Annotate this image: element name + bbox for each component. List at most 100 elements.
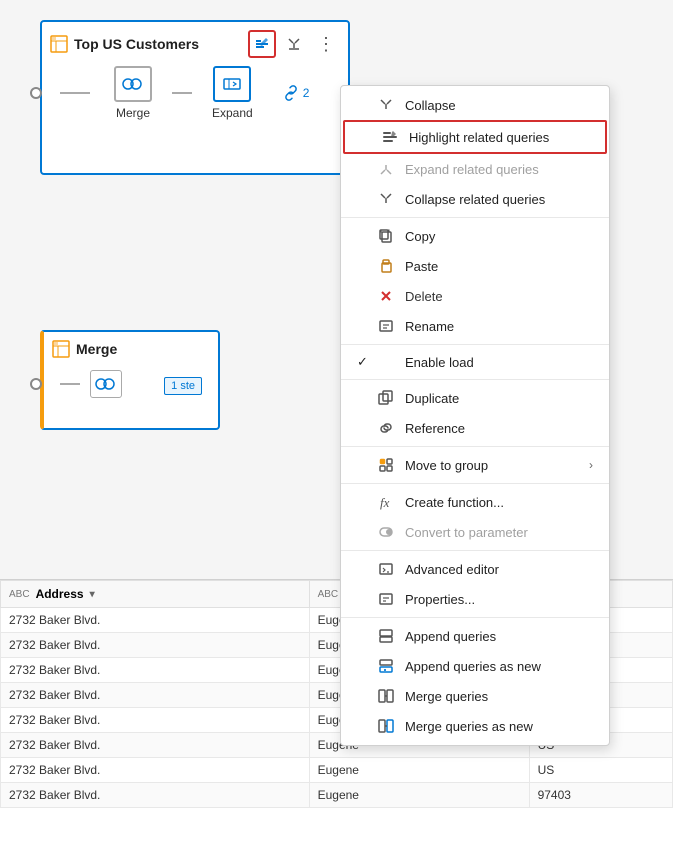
card-title-row: Top US Customers bbox=[50, 35, 199, 53]
menu-item-expand-related: Expand related queries bbox=[341, 154, 609, 184]
menu-item-rename[interactable]: Rename bbox=[341, 311, 609, 341]
expand-step-label: Expand bbox=[212, 106, 253, 120]
card-actions: ⋮ bbox=[248, 30, 340, 58]
menu-item-paste[interactable]: Paste bbox=[341, 251, 609, 281]
menu-item-append-queries-new[interactable]: Append queries as new bbox=[341, 651, 609, 681]
menu-separator bbox=[341, 483, 609, 484]
card-merge-header: Merge bbox=[52, 340, 210, 358]
col-label: Address bbox=[36, 587, 84, 601]
move-to-group-icon bbox=[377, 456, 395, 474]
create-function-icon: fx bbox=[377, 493, 395, 511]
highlight-queries-button[interactable] bbox=[248, 30, 276, 58]
menu-label-convert-to-parameter: Convert to parameter bbox=[405, 525, 593, 540]
more-options-button[interactable]: ⋮ bbox=[312, 30, 340, 58]
menu-item-collapse-related[interactable]: Collapse related queries bbox=[341, 184, 609, 214]
card-header-top-customers: Top US Customers ⋮ bbox=[50, 30, 340, 58]
menu-arrow-move-to-group: › bbox=[589, 458, 593, 472]
cell-extra: 97403 bbox=[529, 783, 672, 808]
table-row: 2732 Baker Blvd.EugeneUS bbox=[1, 758, 673, 783]
collapse-button[interactable] bbox=[280, 30, 308, 58]
link-badge[interactable]: 2 bbox=[283, 85, 310, 101]
svg-text:fx: fx bbox=[380, 495, 390, 510]
reference-icon bbox=[377, 419, 395, 437]
menu-item-advanced-editor[interactable]: Advanced editor bbox=[341, 554, 609, 584]
menu-item-reference[interactable]: Reference bbox=[341, 413, 609, 443]
collapse-related-icon bbox=[377, 190, 395, 208]
expand-step: Expand bbox=[212, 66, 253, 120]
merge-body: 1 ste bbox=[52, 366, 210, 402]
menu-separator bbox=[341, 550, 609, 551]
append-queries-new-icon bbox=[377, 657, 395, 675]
menu-label-copy: Copy bbox=[405, 229, 593, 244]
merge-card-title: Merge bbox=[76, 341, 117, 357]
paste-icon bbox=[377, 257, 395, 275]
menu-item-enable-load[interactable]: ✓Enable load bbox=[341, 348, 609, 376]
menu-label-rename: Rename bbox=[405, 319, 593, 334]
card-title-top-customers: Top US Customers bbox=[74, 36, 199, 52]
menu-label-advanced-editor: Advanced editor bbox=[405, 562, 593, 577]
context-menu: Collapse Highlight related queries Expand … bbox=[340, 85, 610, 746]
menu-label-reference: Reference bbox=[405, 421, 593, 436]
expand-step-icon bbox=[213, 66, 251, 102]
col-type: ABC bbox=[318, 589, 339, 600]
menu-item-merge-queries-new[interactable]: Merge queries as new bbox=[341, 711, 609, 741]
menu-separator bbox=[341, 217, 609, 218]
step-badge-area: 1 ste bbox=[164, 377, 202, 392]
menu-label-move-to-group: Move to group bbox=[405, 458, 579, 473]
menu-label-duplicate: Duplicate bbox=[405, 391, 593, 406]
delete-icon bbox=[377, 287, 395, 305]
menu-item-move-to-group[interactable]: Move to group › bbox=[341, 450, 609, 480]
menu-item-collapse[interactable]: Collapse bbox=[341, 90, 609, 120]
duplicate-icon bbox=[377, 389, 395, 407]
collapse-icon bbox=[377, 96, 395, 114]
menu-item-highlight[interactable]: Highlight related queries bbox=[343, 120, 607, 154]
menu-item-delete[interactable]: Delete bbox=[341, 281, 609, 311]
menu-separator bbox=[341, 344, 609, 345]
card-merge: Merge 1 ste bbox=[40, 330, 220, 430]
cell-extra: US bbox=[529, 758, 672, 783]
card-top-customers: Top US Customers ⋮ bbox=[40, 20, 350, 175]
menu-label-append-queries-new: Append queries as new bbox=[405, 659, 593, 674]
menu-separator bbox=[341, 617, 609, 618]
menu-item-create-function[interactable]: fxCreate function... bbox=[341, 487, 609, 517]
menu-label-properties: Properties... bbox=[405, 592, 593, 607]
menu-item-properties[interactable]: Properties... bbox=[341, 584, 609, 614]
col-dropdown-icon[interactable]: ▾ bbox=[90, 589, 95, 600]
cell-address: 2732 Baker Blvd. bbox=[1, 783, 310, 808]
menu-label-collapse: Collapse bbox=[405, 98, 593, 113]
merge-table-icon bbox=[52, 340, 70, 358]
rename-icon bbox=[377, 317, 395, 335]
col-type: ABC bbox=[9, 589, 30, 600]
table-row: 2732 Baker Blvd.Eugene97403 bbox=[1, 783, 673, 808]
menu-label-merge-queries: Merge queries bbox=[405, 689, 593, 704]
highlight-icon bbox=[381, 128, 399, 146]
card-body: Merge Expand bbox=[50, 66, 340, 120]
menu-check-enable-load: ✓ bbox=[357, 354, 375, 370]
merge-queries-new-icon bbox=[377, 717, 395, 735]
merge-queries-icon bbox=[377, 687, 395, 705]
menu-label-highlight: Highlight related queries bbox=[409, 130, 589, 145]
menu-label-paste: Paste bbox=[405, 259, 593, 274]
menu-item-duplicate[interactable]: Duplicate bbox=[341, 383, 609, 413]
menu-item-merge-queries[interactable]: Merge queries bbox=[341, 681, 609, 711]
col-header-address[interactable]: ABC Address ▾ bbox=[1, 581, 310, 608]
merge-connector-dot bbox=[30, 378, 42, 390]
merge-line bbox=[60, 383, 80, 385]
merge-step-icon bbox=[114, 66, 152, 102]
menu-item-append-queries[interactable]: Append queries bbox=[341, 621, 609, 651]
menu-label-merge-queries-new: Merge queries as new bbox=[405, 719, 593, 734]
menu-label-append-queries: Append queries bbox=[405, 629, 593, 644]
menu-label-expand-related: Expand related queries bbox=[405, 162, 593, 177]
link-badge-area: 2 bbox=[283, 85, 310, 101]
menu-item-copy[interactable]: Copy bbox=[341, 221, 609, 251]
cell-address: 2732 Baker Blvd. bbox=[1, 733, 310, 758]
merge-icon-box bbox=[90, 370, 122, 398]
connector-line2 bbox=[172, 92, 192, 94]
merge-step-label: Merge bbox=[116, 106, 150, 120]
step-badge: 1 ste bbox=[164, 377, 202, 395]
connector-dot-left bbox=[30, 87, 42, 99]
merge-step: Merge bbox=[114, 66, 152, 120]
convert-to-parameter-icon bbox=[377, 523, 395, 541]
advanced-editor-icon bbox=[377, 560, 395, 578]
merge-title-row: Merge bbox=[52, 340, 117, 358]
